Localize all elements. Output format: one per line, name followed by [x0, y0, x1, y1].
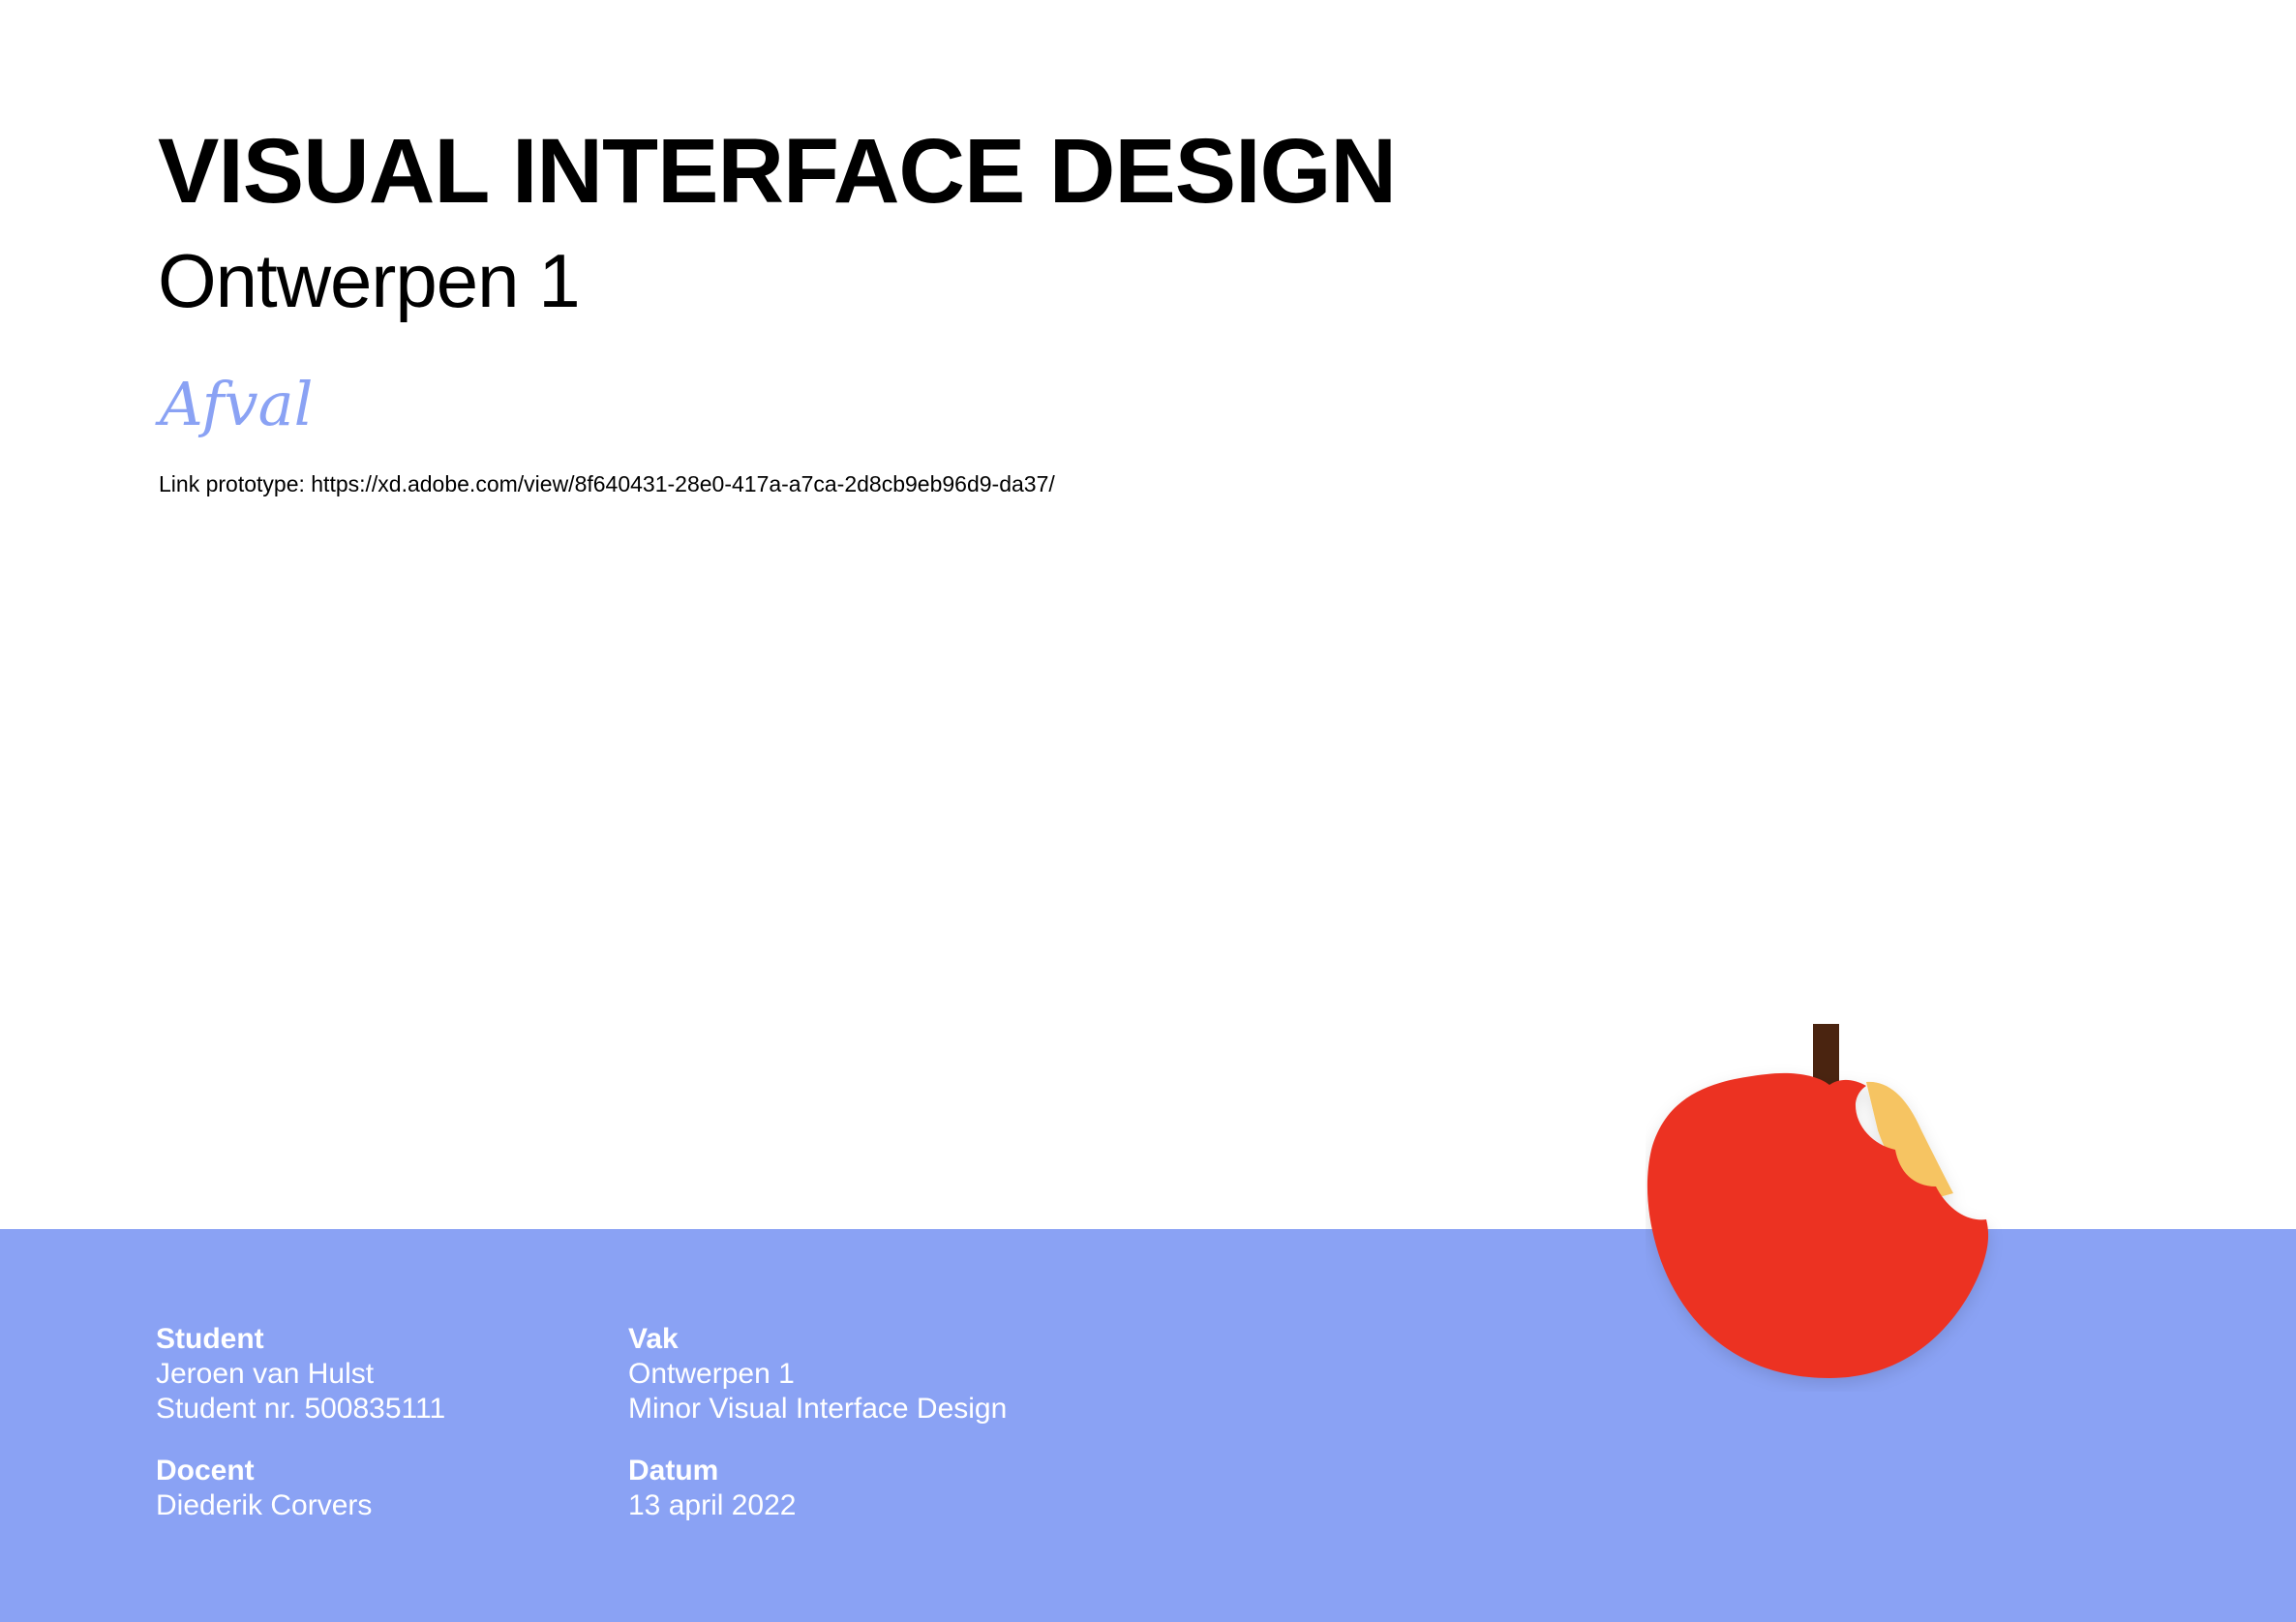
vak-label: Vak: [628, 1323, 679, 1355]
datum-label: Datum: [628, 1455, 719, 1487]
datum-date: 13 april 2022: [628, 1489, 797, 1521]
datum-info: Datum 13 april 2022: [628, 1454, 796, 1523]
vak-minor: Minor Visual Interface Design: [628, 1393, 1008, 1425]
docent-info: Docent Diederik Corvers: [156, 1454, 372, 1523]
document-subtitle: Ontwerpen 1: [158, 238, 581, 323]
student-number: Student nr. 500835111: [156, 1393, 446, 1425]
student-label: Student: [156, 1323, 264, 1355]
student-info: Student Jeroen van Hulst Student nr. 500…: [156, 1322, 445, 1427]
vak-course: Ontwerpen 1: [628, 1358, 795, 1390]
vak-info: Vak Ontwerpen 1 Minor Visual Interface D…: [628, 1322, 1007, 1427]
docent-label: Docent: [156, 1455, 255, 1487]
prototype-link[interactable]: Link prototype: https://xd.adobe.com/vie…: [159, 468, 1055, 499]
bitten-apple-icon: [1646, 1024, 1989, 1378]
document-page: VISUAL INTERFACE DESIGN Ontwerpen 1 Afva…: [0, 0, 2296, 1622]
document-title: VISUAL INTERFACE DESIGN: [158, 120, 1397, 223]
topic-handwritten: Afval: [160, 369, 314, 439]
docent-name: Diederik Corvers: [156, 1489, 373, 1521]
student-name: Jeroen van Hulst: [156, 1358, 375, 1390]
apple-body: [1646, 1072, 1989, 1378]
